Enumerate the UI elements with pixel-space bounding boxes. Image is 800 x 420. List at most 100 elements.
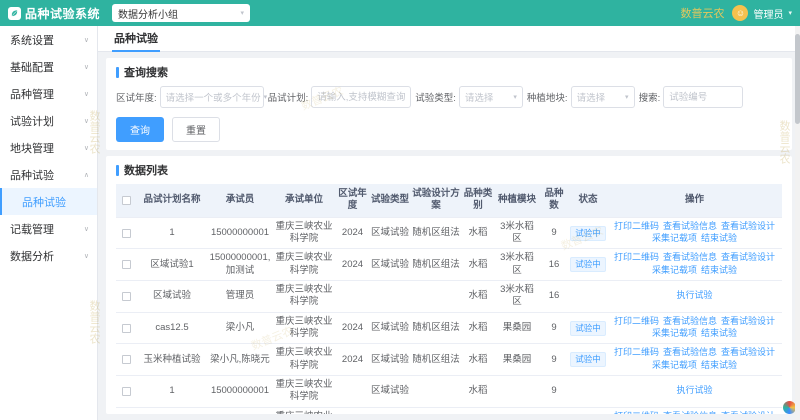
operation-link[interactable]: 结束试验 [701, 265, 737, 277]
scrollbar-thumb[interactable] [795, 34, 800, 124]
query-button[interactable]: 查询 [116, 117, 164, 142]
sidebar-item-label: 品种试验 [10, 167, 54, 183]
reset-button[interactable]: 重置 [172, 117, 220, 142]
sidebar-item-4[interactable]: 地块管理∨ [0, 134, 97, 161]
data-list-panel: 数据列表 品试计划名称承试员承试单位区试年度试验类型试验设计方案品种类别种植模块… [106, 156, 792, 414]
sidebar-item-1[interactable]: 基础配置∨ [0, 53, 97, 80]
sidebar-subitem-5-0[interactable]: 品种试验 [0, 188, 97, 215]
year-select[interactable]: 请选择一个或多个年份 ▾ [160, 86, 264, 108]
cell-plan-name: 1 [136, 376, 208, 408]
operation-link[interactable]: 查看试验信息 [663, 252, 717, 264]
user-menu[interactable]: ☺ 管理员 ▾ [732, 5, 792, 21]
content-area: 品种试验 查询搜索 区试年度: 请选择一个或多个年份 ▾ 品试计划: [98, 26, 800, 420]
search-panel: 查询搜索 区试年度: 请选择一个或多个年份 ▾ 品试计划: 试验类型: [106, 58, 792, 150]
cell-operations: 打印二维码查看试验信息查看试验设计采集记载项结束试验 [607, 344, 782, 376]
cell-category: 水稻 [461, 376, 495, 408]
cell-org: 重庆三峡农业科学院 [272, 376, 336, 408]
sidebar-item-5[interactable]: 品种试验∧ [0, 161, 97, 188]
cell-module: 测试 [495, 407, 539, 414]
cell-category: 水稻 [461, 407, 495, 414]
operation-link[interactable]: 打印二维码 [614, 221, 659, 233]
cell-status: 试验中 [569, 217, 607, 249]
cell-plan-name: 玉米种植试验 [136, 344, 208, 376]
column-header: 承试员 [208, 184, 272, 217]
keyword-input[interactable] [663, 86, 743, 108]
filter-land: 种植地块: 请选择 ▾ [527, 86, 635, 108]
cell-type: 区域试验 [369, 407, 411, 414]
cell-tester: 15000000001 [208, 217, 272, 249]
operation-link[interactable]: 查看试验信息 [663, 316, 717, 328]
operation-link[interactable]: 查看试验设计 [721, 252, 775, 264]
operation-link[interactable]: 采集记载项 [652, 265, 697, 277]
cell-status [569, 281, 607, 313]
row-checkbox[interactable] [122, 229, 131, 238]
filter-year: 区试年度: 请选择一个或多个年份 ▾ [116, 86, 264, 108]
column-header: 品试计划名称 [136, 184, 208, 217]
team-select-value: 数据分析小组 [118, 6, 178, 21]
chevron-down-icon: ▾ [241, 9, 245, 17]
operation-link[interactable]: 采集记载项 [652, 360, 697, 372]
cell-plan-name: cas12.5 [136, 312, 208, 344]
row-checkbox[interactable] [122, 355, 131, 364]
sidebar-item-0[interactable]: 系统设置∨ [0, 26, 97, 53]
row-checkbox[interactable] [122, 260, 131, 269]
cell-status: 试验中 [569, 249, 607, 281]
operation-link[interactable]: 结束试验 [701, 233, 737, 245]
type-select[interactable]: 请选择 ▾ [459, 86, 523, 108]
sidebar-item-2[interactable]: 品种管理∨ [0, 80, 97, 107]
cell-operations: 打印二维码查看试验信息查看试验设计采集记载项结束试验 [607, 217, 782, 249]
cell-tester: 梁小凡,陈晓元 [208, 344, 272, 376]
row-checkbox[interactable] [122, 324, 131, 333]
operation-link[interactable]: 查看试验设计 [721, 316, 775, 328]
operation-link[interactable]: 查看试验设计 [721, 347, 775, 359]
chevron-down-icon: ∨ [84, 144, 89, 152]
cell-type: 区域试验 [369, 376, 411, 408]
operation-link[interactable]: 采集记载项 [652, 328, 697, 340]
row-checkbox[interactable] [122, 387, 131, 396]
operation-link[interactable]: 采集记载项 [652, 233, 697, 245]
operation-link[interactable]: 查看试验设计 [721, 221, 775, 233]
tab-variety-trial[interactable]: 品种试验 [112, 26, 160, 52]
select-all-checkbox[interactable] [122, 196, 131, 205]
cell-checkbox [116, 407, 136, 414]
operation-link[interactable]: 查看试验设计 [721, 411, 775, 414]
status-badge: 试验中 [570, 352, 606, 367]
sidebar-item-label: 记载管理 [10, 221, 54, 237]
operation-link[interactable]: 结束试验 [701, 360, 737, 372]
sidebar-item-label: 数据分析 [10, 248, 54, 264]
operation-link[interactable]: 执行试验 [676, 385, 712, 397]
team-select[interactable]: 数据分析小组 ▾ [112, 4, 250, 22]
operation-link[interactable]: 结束试验 [701, 328, 737, 340]
cell-plan-name: 区域试验1 [136, 249, 208, 281]
plan-input[interactable] [311, 86, 411, 108]
cell-year: 2024 [336, 249, 369, 281]
sidebar-item-3[interactable]: 试验计划∨ [0, 107, 97, 134]
cell-category: 水稻 [461, 217, 495, 249]
operation-link[interactable]: 查看试验信息 [663, 411, 717, 414]
cell-org: 重庆三峡农业科学院 [272, 249, 336, 281]
cell-tester: 梁小凡 [208, 407, 272, 414]
sidebar-item-6[interactable]: 记载管理∨ [0, 215, 97, 242]
sidebar-item-7[interactable]: 数据分析∨ [0, 242, 97, 269]
cell-org: 重庆三峡农业科学院 [272, 281, 336, 313]
filter-row: 区试年度: 请选择一个或多个年份 ▾ 品试计划: 试验类型: 请选择 ▾ [116, 86, 782, 108]
operation-link[interactable]: 打印二维码 [614, 411, 659, 414]
operation-link[interactable]: 打印二维码 [614, 252, 659, 264]
row-checkbox[interactable] [122, 292, 131, 301]
cell-type: 区域试验 [369, 217, 411, 249]
cell-module [495, 376, 539, 408]
column-header: 试验设计方案 [411, 184, 461, 217]
operation-link[interactable]: 查看试验信息 [663, 347, 717, 359]
operation-link[interactable]: 查看试验信息 [663, 221, 717, 233]
cell-operations: 打印二维码查看试验信息查看试验设计采集记载项结束试验 [607, 407, 782, 414]
operation-link[interactable]: 打印二维码 [614, 316, 659, 328]
cell-tester: 15000000001 [208, 376, 272, 408]
operation-link[interactable]: 执行试验 [676, 290, 712, 302]
cell-type: 区域试验 [369, 344, 411, 376]
operation-link[interactable]: 打印二维码 [614, 347, 659, 359]
cell-category: 水稻 [461, 344, 495, 376]
cell-count: 1 [539, 407, 569, 414]
sidebar: 系统设置∨基础配置∨品种管理∨试验计划∨地块管理∨品种试验∧品种试验记载管理∨数… [0, 26, 98, 420]
leaf-icon [8, 7, 21, 20]
land-select[interactable]: 请选择 ▾ [571, 86, 635, 108]
